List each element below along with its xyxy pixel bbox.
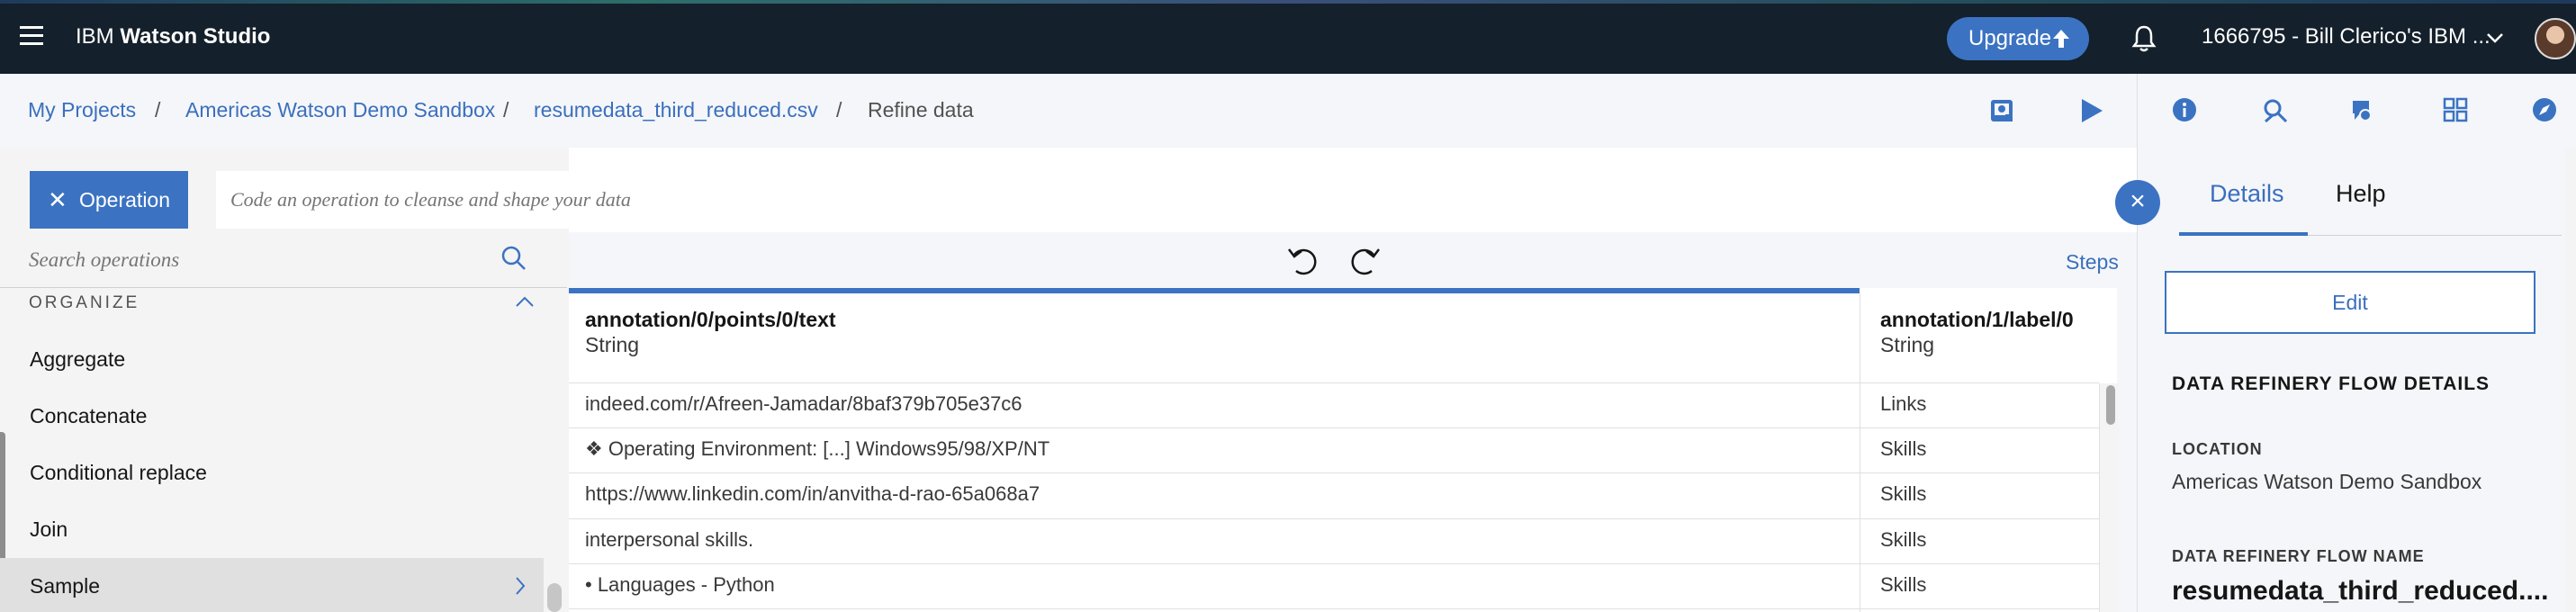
- info-icon[interactable]: [2172, 97, 2197, 122]
- operation-item-concatenate[interactable]: Concatenate: [0, 388, 544, 444]
- details-heading: DATA REFINERY FLOW DETAILS: [2172, 374, 2490, 394]
- search-operations-input[interactable]: [29, 245, 497, 275]
- table-row-cell[interactable]: Skills: [1880, 482, 1926, 506]
- table-row-cell[interactable]: https://www.linkedin.com/in/anvitha-d-ra…: [585, 482, 1040, 506]
- operation-item-conditional-replace[interactable]: Conditional replace: [0, 445, 544, 500]
- grid-header-accent: [569, 288, 1860, 293]
- schedule-icon[interactable]: [1989, 98, 2014, 123]
- app-root: IBM Watson Studio Upgrade 1666795 - Bill…: [0, 0, 2576, 612]
- breadcrumb-project[interactable]: Americas Watson Demo Sandbox: [185, 74, 495, 146]
- table-row-cell[interactable]: Skills: [1880, 528, 1926, 552]
- table-row-cell[interactable]: Links: [1880, 392, 1926, 416]
- column-header-label[interactable]: annotation/1/label/0: [1880, 308, 2074, 332]
- table-row-cell[interactable]: Skills: [1880, 437, 1926, 461]
- table-row-cell[interactable]: Skills: [1880, 573, 1926, 597]
- notifications-bell-icon[interactable]: [2130, 24, 2157, 53]
- grid-scrollbar-thumb[interactable]: [2106, 385, 2115, 425]
- app-brand[interactable]: IBM Watson Studio: [76, 0, 270, 74]
- close-panel-button[interactable]: ×: [2115, 180, 2160, 225]
- operation-item-sample-label: Sample: [30, 574, 100, 598]
- edit-button[interactable]: Edit: [2165, 271, 2535, 334]
- section-organize-label: ORGANIZE: [29, 293, 140, 312]
- operation-item-aggregate[interactable]: Aggregate: [0, 331, 544, 387]
- brand-product: Watson Studio: [120, 24, 271, 49]
- run-icon[interactable]: [2079, 97, 2104, 124]
- operation-button[interactable]: ✕ Operation: [30, 171, 188, 229]
- row-divider: [569, 608, 2099, 609]
- table-row-cell[interactable]: ❖ Operating Environment: [...] Windows95…: [585, 437, 1049, 461]
- column-type-text: String: [585, 333, 640, 356]
- search-operations-bar: [0, 232, 567, 288]
- row-divider: [569, 518, 2099, 519]
- upgrade-label: Upgrade: [1968, 26, 2052, 50]
- top-accent-strip: [0, 0, 2576, 4]
- close-icon: ×: [2130, 186, 2146, 216]
- breadcrumb-separator: /: [836, 98, 842, 122]
- top-navigation-bar: [0, 0, 2576, 74]
- redo-icon[interactable]: [1345, 244, 1383, 278]
- details-scrollbar[interactable]: [2565, 148, 2576, 612]
- table-row-cell[interactable]: • Languages - Python: [585, 573, 775, 597]
- breadcrumb-separator: /: [503, 98, 509, 122]
- tab-help[interactable]: Help: [2336, 180, 2386, 208]
- row-divider: [569, 563, 2099, 564]
- steps-link[interactable]: Steps: [2066, 250, 2119, 274]
- chevron-up-icon[interactable]: [515, 295, 535, 308]
- explore-icon[interactable]: [2532, 97, 2557, 122]
- chevron-right-icon[interactable]: [514, 576, 527, 596]
- operations-scrollbar[interactable]: [547, 583, 562, 612]
- location-value: Americas Watson Demo Sandbox: [2172, 470, 2482, 493]
- column-header-text[interactable]: annotation/0/points/0/text: [585, 308, 836, 332]
- column-type-label: String: [1880, 333, 1935, 356]
- operation-label: Operation: [79, 188, 171, 212]
- hamburger-menu-icon[interactable]: [20, 25, 43, 47]
- code-operation-bar: [216, 171, 2110, 229]
- account-switcher[interactable]: 1666795 - Bill Clerico's IBM ...: [2202, 0, 2490, 74]
- flow-name-value: resumedata_third_reduced....: [2172, 576, 2549, 606]
- chevron-down-icon[interactable]: [2486, 32, 2504, 44]
- breadcrumb-separator: /: [155, 98, 161, 122]
- compare-icon[interactable]: [2262, 97, 2289, 124]
- operation-item-sample[interactable]: Sample: [0, 558, 544, 612]
- search-icon[interactable]: [501, 246, 527, 271]
- operation-item-join[interactable]: Join: [0, 501, 544, 557]
- row-divider: [569, 472, 2099, 473]
- account-label: 1666795 - Bill Clerico's IBM ...: [2202, 24, 2490, 49]
- table-row-cell[interactable]: interpersonal skills.: [585, 528, 753, 552]
- upgrade-button[interactable]: Upgrade: [1947, 17, 2089, 60]
- row-divider: [569, 382, 2099, 383]
- flow-name-label: DATA REFINERY FLOW NAME: [2172, 547, 2425, 565]
- avatar[interactable]: [2535, 18, 2576, 59]
- code-operation-input[interactable]: [230, 184, 2031, 216]
- table-row-cell[interactable]: indeed.com/r/Afreen-Jamadar/8baf379b705e…: [585, 392, 1022, 416]
- breadcrumb-my-projects[interactable]: My Projects: [28, 74, 136, 146]
- grid-icon[interactable]: [2443, 97, 2468, 122]
- feedback-icon[interactable]: [2347, 97, 2374, 124]
- close-icon: ✕: [48, 186, 68, 213]
- tab-details[interactable]: Details: [2210, 180, 2284, 208]
- brand-ibm: IBM: [76, 24, 121, 49]
- breadcrumb-file[interactable]: resumedata_third_reduced.csv: [534, 74, 818, 146]
- undo-icon[interactable]: [1285, 244, 1323, 278]
- arrow-up-icon: [2051, 28, 2071, 50]
- breadcrumb-current: Refine data: [868, 98, 974, 122]
- tab-active-indicator: [2179, 232, 2308, 236]
- location-label: LOCATION: [2172, 440, 2263, 458]
